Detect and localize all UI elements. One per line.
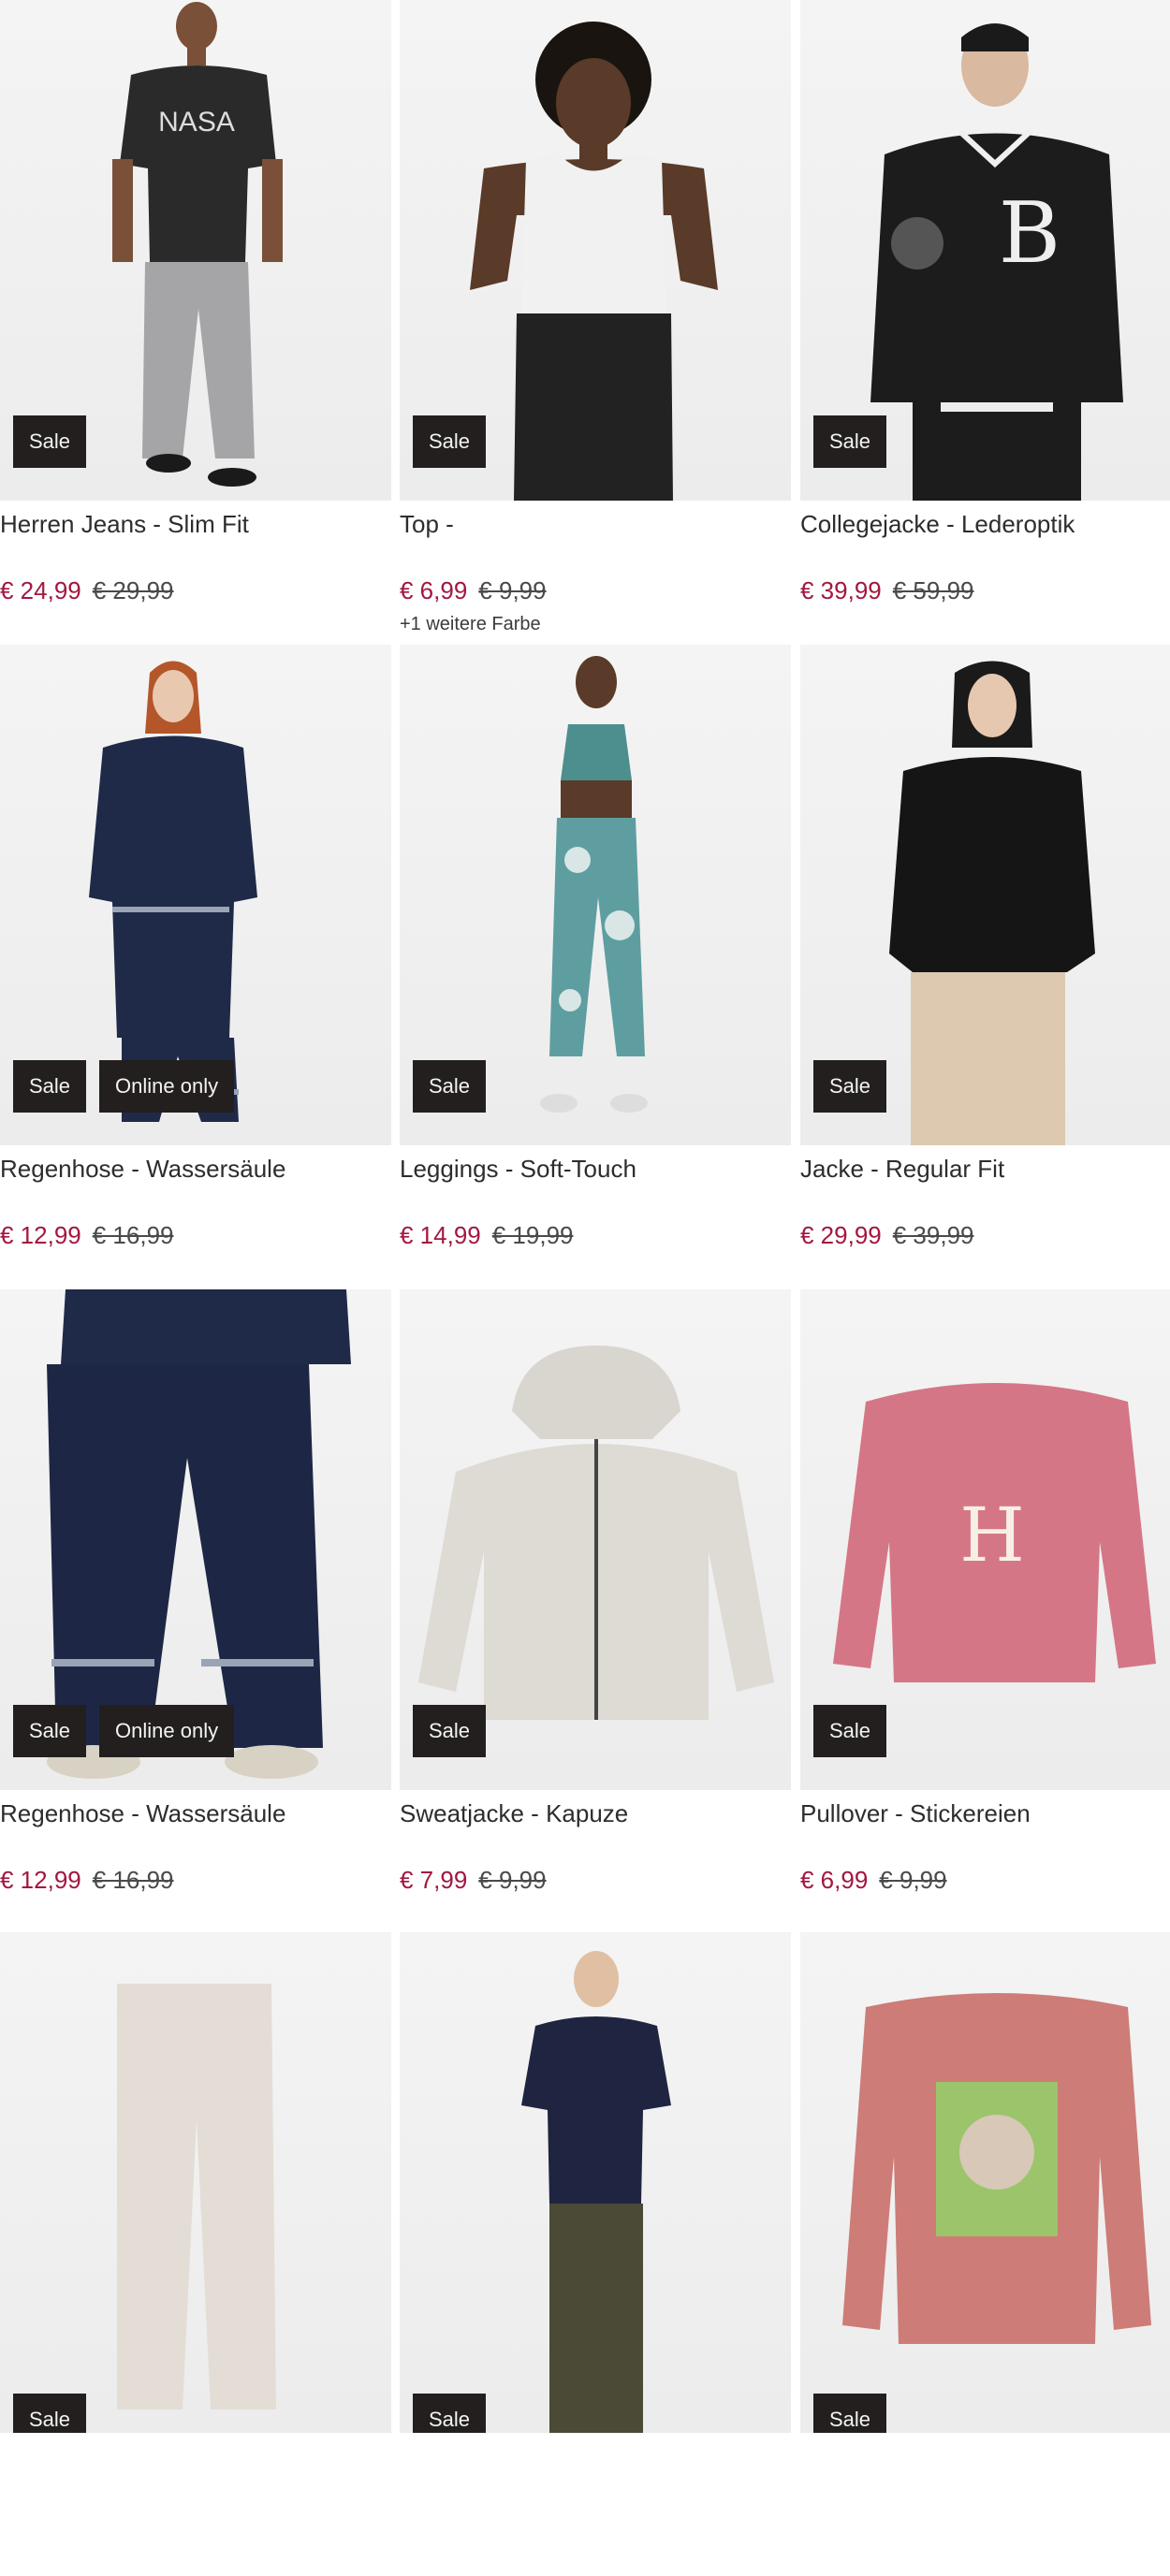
current-price: € 39,99 bbox=[800, 576, 882, 604]
sale-badge: Sale bbox=[13, 415, 87, 468]
product-prices: € 24,99 € 29,99 bbox=[0, 575, 174, 606]
badge-list: Sale bbox=[413, 2394, 487, 2433]
jogger-pants-illustration bbox=[117, 1984, 276, 2409]
product-prices: € 14,99 € 19,99 bbox=[400, 1219, 574, 1251]
product-card[interactable]: Sale Sweatjacke - Kapuze € 7,99 € 9,99 bbox=[400, 1289, 791, 1933]
current-price: € 6,99 bbox=[400, 576, 468, 604]
sale-badge: Sale bbox=[413, 1705, 487, 1757]
product-prices: € 12,99 € 16,99 bbox=[0, 1219, 174, 1251]
product-card[interactable]: Sale Online only Regenhose - Wassersäule… bbox=[0, 645, 391, 1288]
badge-list: Sale bbox=[813, 1060, 887, 1113]
product-card[interactable]: Sale bbox=[800, 1932, 1170, 2576]
product-card[interactable]: NASA Sale Herren Jeans - Slim Fit € 24,9… bbox=[0, 0, 391, 644]
product-prices: € 12,99 € 16,99 bbox=[0, 1864, 174, 1896]
sale-badge: Sale bbox=[413, 415, 487, 468]
current-price: € 14,99 bbox=[400, 1221, 481, 1249]
product-title[interactable]: Top - bbox=[400, 508, 454, 540]
product-card[interactable]: B Sale Collegejacke - Lederoptik € 39,99… bbox=[800, 0, 1170, 644]
current-price: € 7,99 bbox=[400, 1866, 468, 1894]
product-image[interactable]: Sale Online only bbox=[0, 1289, 391, 1790]
badge-list: Sale bbox=[413, 415, 487, 468]
product-card[interactable]: H Sale Pullover - Stickereien € 6,99 € 9,… bbox=[800, 1289, 1170, 1933]
product-prices: € 6,99 € 9,99 bbox=[400, 575, 547, 606]
current-price: € 29,99 bbox=[800, 1221, 882, 1249]
product-image[interactable]: Sale bbox=[400, 645, 791, 1145]
product-prices: € 7,99 € 9,99 bbox=[400, 1864, 547, 1896]
product-title[interactable]: Pullover - Stickereien bbox=[800, 1797, 1031, 1829]
product-title[interactable]: Regenhose - Wassersäule bbox=[0, 1797, 285, 1829]
product-card[interactable]: Sale Online only Regenhose - Wassersäule… bbox=[0, 1289, 391, 1933]
badge-list: Sale bbox=[13, 415, 87, 468]
more-colors-link[interactable]: +1 weitere Farbe bbox=[400, 612, 541, 636]
product-card[interactable]: Sale bbox=[400, 1932, 791, 2576]
sale-badge: Sale bbox=[813, 1060, 887, 1113]
svg-text:H: H bbox=[959, 1492, 1025, 1579]
current-price: € 12,99 bbox=[0, 1866, 81, 1894]
online-only-badge: Online only bbox=[99, 1705, 235, 1757]
product-title[interactable]: Herren Jeans - Slim Fit bbox=[0, 508, 249, 540]
online-only-badge: Online only bbox=[99, 1060, 235, 1113]
product-card[interactable]: Sale Leggings - Soft-Touch € 14,99 € 19,9… bbox=[400, 645, 791, 1288]
old-price: € 39,99 bbox=[892, 1221, 974, 1249]
product-image[interactable]: NASA Sale bbox=[0, 0, 391, 501]
product-prices: € 39,99 € 59,99 bbox=[800, 575, 974, 606]
product-card[interactable]: Sale bbox=[0, 1932, 391, 2576]
product-title[interactable]: Leggings - Soft-Touch bbox=[400, 1153, 636, 1185]
product-image[interactable]: Sale bbox=[800, 1932, 1170, 2433]
sale-badge: Sale bbox=[13, 1060, 87, 1113]
product-image[interactable]: Sale bbox=[400, 1932, 791, 2433]
old-price: € 9,99 bbox=[478, 1866, 547, 1894]
old-price: € 16,99 bbox=[92, 1866, 174, 1894]
badge-list: Sale bbox=[413, 1060, 487, 1113]
product-image[interactable]: Sale bbox=[0, 1932, 391, 2433]
old-price: € 59,99 bbox=[892, 576, 974, 604]
badge-list: Sale bbox=[813, 1705, 887, 1757]
product-card[interactable]: Sale Top - € 6,99 € 9,99 +1 weitere Farbe bbox=[400, 0, 791, 644]
old-price: € 16,99 bbox=[92, 1221, 174, 1249]
product-prices: € 29,99 € 39,99 bbox=[800, 1219, 974, 1251]
svg-text:NASA: NASA bbox=[158, 107, 235, 138]
sale-badge: Sale bbox=[13, 1705, 87, 1757]
current-price: € 6,99 bbox=[800, 1866, 869, 1894]
sale-badge: Sale bbox=[413, 1060, 487, 1113]
badge-list: Sale bbox=[13, 2394, 87, 2433]
badge-list: Sale bbox=[413, 1705, 487, 1757]
current-price: € 12,99 bbox=[0, 1221, 81, 1249]
sale-badge: Sale bbox=[13, 2394, 87, 2433]
sale-badge: Sale bbox=[813, 2394, 887, 2433]
product-card[interactable]: Sale Jacke - Regular Fit € 29,99 € 39,99 bbox=[800, 645, 1170, 1288]
product-title[interactable]: Regenhose - Wassersäule bbox=[0, 1153, 285, 1185]
badge-list: Sale Online only bbox=[13, 1060, 235, 1113]
product-image[interactable]: B Sale bbox=[800, 0, 1170, 501]
product-image[interactable]: Sale Online only bbox=[0, 645, 391, 1145]
current-price: € 24,99 bbox=[0, 576, 81, 604]
sale-badge: Sale bbox=[413, 2394, 487, 2433]
product-title[interactable]: Sweatjacke - Kapuze bbox=[400, 1797, 628, 1829]
product-image[interactable]: Sale bbox=[800, 645, 1170, 1145]
skull-longsleeve-illustration bbox=[842, 1993, 1151, 2344]
old-price: € 29,99 bbox=[92, 576, 174, 604]
badge-list: Sale bbox=[813, 415, 887, 468]
old-price: € 19,99 bbox=[491, 1221, 574, 1249]
old-price: € 9,99 bbox=[478, 576, 547, 604]
sale-badge: Sale bbox=[813, 415, 887, 468]
badge-list: Sale bbox=[813, 2394, 887, 2433]
svg-text:B: B bbox=[999, 184, 1060, 283]
product-title[interactable]: Jacke - Regular Fit bbox=[800, 1153, 1004, 1185]
product-prices: € 6,99 € 9,99 bbox=[800, 1864, 947, 1896]
sale-badge: Sale bbox=[813, 1705, 887, 1757]
badge-list: Sale Online only bbox=[13, 1705, 235, 1757]
product-image[interactable]: H Sale bbox=[800, 1289, 1170, 1790]
product-image[interactable]: Sale bbox=[400, 1289, 791, 1790]
old-price: € 9,99 bbox=[879, 1866, 947, 1894]
product-title[interactable]: Collegejacke - Lederoptik bbox=[800, 508, 1075, 540]
model-originals-tshirt-illustration bbox=[521, 1951, 671, 2433]
product-image[interactable]: Sale bbox=[400, 0, 791, 501]
